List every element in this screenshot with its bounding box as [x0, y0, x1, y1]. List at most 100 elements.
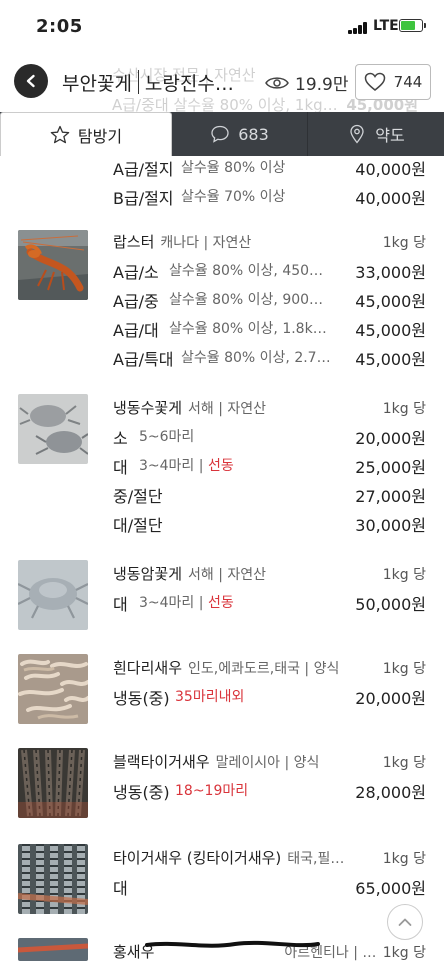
grade-desc-highlight: 선동	[207, 595, 234, 611]
grade-desc-text: 3~4마리 |	[139, 458, 204, 474]
grade-desc-highlight: 35마리내외	[175, 689, 245, 705]
grade-label: 대	[113, 879, 128, 898]
tab-bar: 탐방기 683 약도	[0, 112, 444, 156]
price-row[interactable]: 대/절단 30,000원	[113, 512, 426, 538]
price-row[interactable]: B급/절지 살수율 70% 이상 40,000원	[113, 185, 426, 211]
view-count-value: 19.9만	[295, 75, 349, 95]
store-name: 부안꽃게	[62, 72, 132, 95]
tab-visit-review[interactable]: 탐방기	[0, 112, 172, 156]
product-name-text: 흰다리새우	[113, 659, 183, 677]
price: 65,000원	[355, 879, 426, 898]
product-origin: 서해 | 자연산	[188, 401, 267, 417]
price: 33,000원	[355, 263, 426, 282]
grade-desc: 3~4마리 | 선동	[139, 455, 279, 475]
product-thumbnail	[18, 938, 88, 961]
product-name-text: 블랙타이거새우	[113, 753, 210, 771]
grade-label: 소	[113, 429, 128, 448]
price: 20,000원	[355, 689, 426, 708]
product-origin: 캐나다 | 자연산	[160, 235, 252, 251]
like-count: 744	[393, 73, 423, 91]
price: 28,000원	[355, 783, 426, 802]
map-pin-icon	[350, 124, 364, 144]
price-row[interactable]: 냉동(중) 18~19마리 28,000원	[113, 779, 426, 805]
grade-label: 중/절단	[113, 487, 163, 506]
unit-label: 1kg 당	[382, 945, 426, 961]
eye-icon	[265, 76, 289, 89]
price: 45,000원	[355, 321, 426, 340]
unit-label: 1kg 당	[382, 661, 426, 677]
product-origin: 태국,필…	[287, 851, 345, 867]
grade-label: 냉동(중)	[113, 689, 170, 708]
tab-label: 683	[238, 124, 269, 144]
market-name: 노랑진수…	[144, 72, 234, 95]
grade-label: 대/절단	[113, 516, 163, 535]
product-list: A급/절지 살수율 80% 이상 40,000원 B급/절지 살수율 70% 이…	[0, 156, 444, 961]
grade-desc: 35마리내외	[175, 686, 295, 706]
price-row[interactable]: 냉동(중) 35마리내외 20,000원	[113, 685, 426, 711]
tab-map[interactable]: 약도	[308, 112, 444, 156]
price-row[interactable]: 대 65,000원	[113, 875, 426, 901]
product-name: 냉동수꽃게 서해 | 자연산	[113, 397, 266, 418]
comment-icon	[211, 125, 229, 143]
tab-label: 탐방기	[77, 126, 123, 146]
price: 30,000원	[355, 516, 426, 535]
like-button[interactable]: 744	[355, 64, 431, 100]
product-thumbnail	[18, 230, 88, 300]
price-row[interactable]: A급/소 살수율 80% 이상, 450g~9… 33,000원	[113, 259, 426, 285]
grade-desc-highlight: 선동	[207, 458, 234, 474]
grade-desc: 5~6마리	[139, 429, 195, 445]
price: 45,000원	[355, 350, 426, 369]
grade-label: B급/절지	[113, 189, 174, 208]
price-row[interactable]: A급/중 살수율 80% 이상, 900g~1… 45,000원	[113, 288, 426, 314]
grade-label: A급/특대	[113, 350, 174, 369]
grade-desc: 살수율 80% 이상, 450g~9…	[169, 263, 329, 279]
back-button[interactable]	[14, 64, 48, 98]
redaction-scribble	[145, 940, 320, 948]
grade-desc: 살수율 70% 이상	[181, 189, 286, 205]
grade-label: A급/소	[113, 263, 159, 282]
price-row[interactable]: A급/절지 살수율 80% 이상 40,000원	[113, 156, 426, 182]
status-time: 2:05	[36, 16, 83, 37]
unit-label: 1kg 당	[382, 567, 426, 583]
price-row[interactable]: A급/대 살수율 80% 이상, 1.8kg~2… 45,000원	[113, 317, 426, 343]
network-label: LTE	[373, 18, 399, 34]
unit-label: 1kg 당	[382, 401, 426, 417]
product-thumbnail	[18, 748, 88, 818]
product-name: 흰다리새우 인도,에콰도르,태국 | 양식	[113, 657, 339, 678]
scroll-to-top-button[interactable]	[387, 904, 423, 940]
product-thumbnail	[18, 654, 88, 724]
heart-icon	[364, 72, 385, 91]
title-divider	[137, 70, 139, 94]
price-row[interactable]: A급/특대 살수율 80% 이상, 2.7kg… 45,000원	[113, 346, 426, 372]
price: 20,000원	[355, 429, 426, 448]
chevron-left-icon	[26, 74, 35, 88]
product-thumbnail	[18, 560, 88, 630]
price-row[interactable]: 대 3~4마리 | 선동 50,000원	[113, 591, 426, 617]
tab-comments[interactable]: 683	[172, 112, 308, 156]
grade-desc: 18~19마리	[175, 780, 295, 800]
product-name-text: 냉동수꽃게	[113, 399, 183, 417]
grade-desc: 3~4마리 | 선동	[139, 592, 279, 612]
price: 27,000원	[355, 487, 426, 506]
price: 40,000원	[355, 189, 426, 208]
product-name: 블랙타이거새우 말레이시아 | 양식	[113, 751, 319, 772]
product-origin: 인도,에콰도르,태국 | 양식	[188, 661, 340, 677]
price-row[interactable]: 대 3~4마리 | 선동 25,000원	[113, 454, 426, 480]
unit-label: 1kg 당	[382, 235, 426, 251]
grade-desc-text: 3~4마리 |	[139, 595, 204, 611]
product-origin: 말레이시아 | 양식	[215, 755, 320, 771]
grade-label: 대	[113, 595, 128, 614]
grade-desc: 살수율 80% 이상, 1.8kg~2…	[169, 321, 329, 337]
view-count: 19.9만	[265, 70, 349, 95]
price-row[interactable]: 소 5~6마리 20,000원	[113, 425, 426, 451]
price: 50,000원	[355, 595, 426, 614]
grade-label: 냉동(중)	[113, 783, 170, 802]
unit-label: 1kg 당	[382, 755, 426, 771]
price-row[interactable]: 중/절단 27,000원	[113, 483, 426, 509]
grade-label: A급/대	[113, 321, 159, 340]
signal-icon	[348, 22, 370, 34]
product-thumbnail	[18, 394, 88, 464]
tab-label: 약도	[375, 126, 405, 145]
grade-label: A급/절지	[113, 160, 174, 179]
product-name: 냉동암꽃게 서해 | 자연산	[113, 563, 266, 584]
